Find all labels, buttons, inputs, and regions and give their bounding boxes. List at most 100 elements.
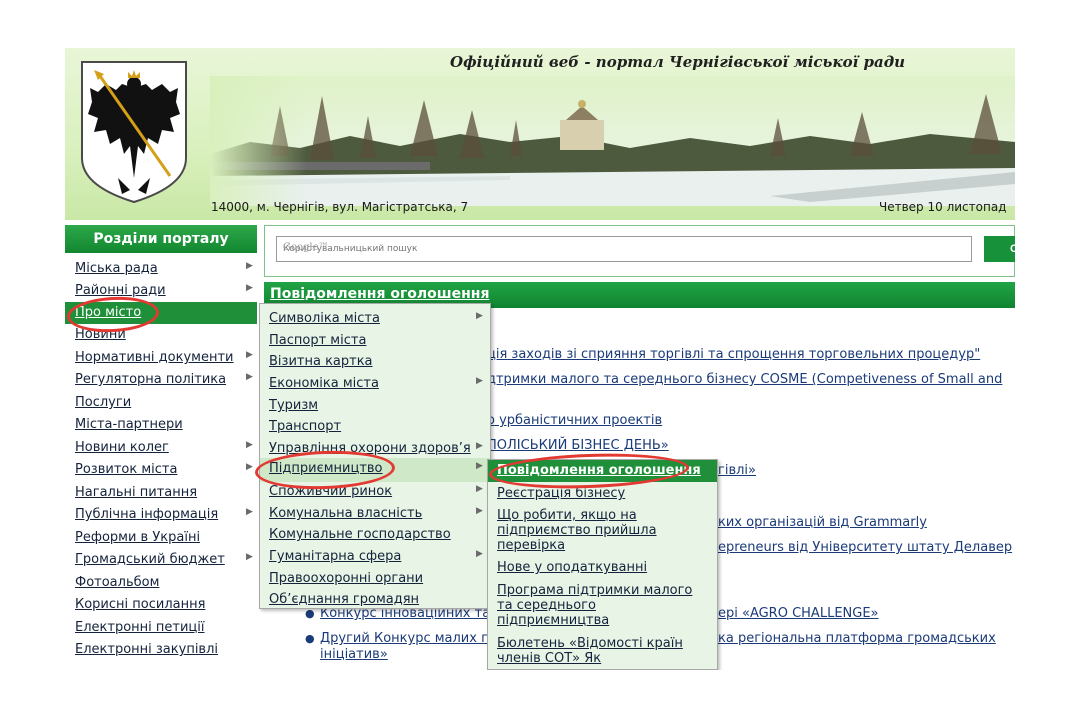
submenu-item-business-registration[interactable]: Реєстрація бізнесу	[488, 484, 717, 504]
sidebar-item-urgent-issues[interactable]: Нагальні питання	[65, 482, 257, 504]
submenu-arrow-icon: ▶	[246, 372, 253, 382]
address-text: 14000, м. Чернігів, вул. Магістратська, …	[211, 200, 469, 214]
sidebar-item-reforms[interactable]: Реформи в Україні	[65, 527, 257, 549]
submenu-item-passport[interactable]: Паспорт міста	[260, 330, 490, 352]
submenu-arrow-icon: ▶	[246, 462, 253, 472]
submenu-arrow-icon: ▶	[246, 283, 253, 293]
search-panel: Google™ С	[264, 225, 1015, 277]
sidebar-item-district-councils[interactable]: Районні ради ▶	[65, 280, 257, 302]
submenu-item-label: Повідомлення оголошення	[497, 463, 701, 478]
sidebar-item-label: Регуляторна політика	[75, 372, 227, 387]
sidebar-item-label: Нагальні питання	[75, 485, 198, 500]
sidebar-item-label: Послуги	[75, 395, 132, 410]
news-link[interactable]: ка регіональна платформа громадських	[718, 631, 996, 646]
submenu-item-label: Споживчий ринок	[269, 484, 393, 499]
submenu-arrow-icon: ▶	[246, 440, 253, 450]
sidebar-item-useful-links[interactable]: Корисні посилання	[65, 594, 257, 616]
sidebar-item-label: Нормативні документи	[75, 350, 234, 365]
sidebar-item-label: Міська рада	[75, 261, 158, 276]
submenu-item-label: Бюлетень «Відомості країн членів СОТ» Як	[497, 636, 683, 666]
submenu-item-health[interactable]: Управління охорони здоров’я ▶	[260, 438, 490, 460]
submenu-arrow-icon: ▶	[476, 549, 483, 559]
sidebar-item-e-petitions[interactable]: Електронні петиції	[65, 617, 257, 639]
submenu-item-law-enforcement[interactable]: Правоохоронні органи	[260, 568, 490, 590]
sidebar-item-label: Публічна інформація	[75, 507, 219, 522]
sidebar-item-label: Громадський бюджет	[75, 552, 225, 567]
sidebar-item-label: Фотоальбом	[75, 575, 160, 590]
submenu-item-entrepreneurship[interactable]: Підприємництво ▶	[260, 458, 490, 482]
news-link[interactable]: ері «AGRO CHALLENGE»	[718, 606, 879, 621]
submenu-item-humanitarian[interactable]: Гуманітарна сфера ▶	[260, 546, 490, 568]
sidebar-item-city-development[interactable]: Розвиток міста ▶	[65, 459, 257, 481]
submenu-arrow-icon: ▶	[476, 376, 483, 386]
city-panorama-image	[210, 76, 1015, 206]
list-bullet-icon: ●	[305, 632, 315, 645]
news-list-item[interactable]: Другий Конкурс малих г	[320, 631, 488, 646]
portal-screenshot: Офіційний веб - портал Чернігівської міс…	[65, 48, 1015, 670]
submenu-arrow-icon: ▶	[476, 484, 483, 494]
sidebar-item-about-city[interactable]: Про місто	[65, 302, 257, 324]
submenu-item-municipal-property[interactable]: Комунальна власність ▶	[260, 503, 490, 525]
sidebar-item-partner-cities[interactable]: Міста-партнери	[65, 414, 257, 436]
submenu-item-inspection[interactable]: Що робити, якщо на підприємство прийшла …	[488, 505, 717, 557]
submenu-arrow-icon: ▶	[246, 261, 253, 271]
sidebar-item-regulatory-policy[interactable]: Регуляторна політика ▶	[65, 369, 257, 391]
submenu-entrepreneurship: Повідомлення оголошення Реєстрація бізне…	[487, 459, 718, 670]
news-link[interactable]: epreneurs від Університету штату Делавер	[718, 540, 1012, 555]
sidebar-item-label: Міста-партнери	[75, 417, 183, 432]
sidebar-item-label: Розвиток міста	[75, 462, 178, 477]
submenu-arrow-icon: ▶	[246, 350, 253, 360]
submenu-item-label: Програма підтримки малого та середнього …	[497, 583, 693, 628]
sidebar-item-photo-album[interactable]: Фотоальбом	[65, 572, 257, 594]
submenu-item-label: Паспорт міста	[269, 333, 367, 348]
sidebar-item-label: Електронні петиції	[75, 620, 205, 635]
submenu-item-label: Реєстрація бізнесу	[497, 486, 626, 501]
submenu-item-taxation[interactable]: Нове у оподаткуванні	[488, 557, 717, 579]
news-link[interactable]: дтримки малого та середнього бізнесу COS…	[487, 372, 1002, 387]
sidebar-item-e-procurement[interactable]: Електронні закупівлі	[65, 639, 257, 661]
submenu-item-tourism[interactable]: Туризм	[260, 395, 490, 417]
news-list-item[interactable]: ініціатив»	[320, 647, 388, 662]
submenu-item-consumer-market[interactable]: Споживчий ринок ▶	[260, 481, 490, 503]
submenu-item-label: Символіка міста	[269, 311, 380, 326]
submenu-item-support-program[interactable]: Програма підтримки малого та середнього …	[488, 580, 717, 632]
submenu-item-label: Комунальна власність	[269, 506, 423, 521]
submenu-arrow-icon: ▶	[246, 552, 253, 562]
sidebar-item-services[interactable]: Послуги	[65, 392, 257, 414]
news-link[interactable]: ких організацій від Grammarly	[718, 515, 927, 530]
search-input[interactable]	[276, 236, 972, 262]
sidebar-item-label: Новини колег	[75, 440, 169, 455]
submenu-item-announcements[interactable]: Повідомлення оголошення	[488, 460, 717, 482]
sidebar-item-public-budget[interactable]: Громадський бюджет ▶	[65, 549, 257, 571]
search-button[interactable]: С	[984, 236, 1015, 262]
sidebar-item-city-council[interactable]: Міська рада ▶	[65, 258, 257, 280]
submenu-arrow-icon: ▶	[246, 507, 253, 517]
sidebar-item-normative-docs[interactable]: Нормативні документи ▶	[65, 347, 257, 369]
submenu-item-label: Комунальне господарство	[269, 527, 451, 542]
news-link[interactable]: гівлі»	[718, 463, 756, 478]
sidebar-item-label: Електронні закупівлі	[75, 642, 219, 657]
news-link[interactable]: ція заходів зі сприяння торгівлі та спро…	[487, 347, 980, 362]
submenu-item-symbols[interactable]: Символіка міста ▶	[260, 308, 490, 330]
submenu-item-transport[interactable]: Транспорт	[260, 416, 490, 438]
coat-of-arms-icon	[81, 61, 187, 204]
sidebar-item-public-info[interactable]: Публічна інформація ▶	[65, 504, 257, 526]
submenu-item-municipal-economy[interactable]: Комунальне господарство	[260, 524, 490, 546]
submenu-item-label: Гуманітарна сфера	[269, 549, 402, 564]
submenu-arrow-icon: ▶	[476, 311, 483, 321]
content-heading[interactable]: Повідомлення оголошення	[270, 286, 489, 302]
sidebar-item-label: Новини	[75, 327, 126, 342]
submenu-item-label: Транспорт	[269, 419, 342, 434]
news-link[interactable]: о урбаністичних проектів	[487, 413, 662, 428]
submenu-item-business-card[interactable]: Візитна картка	[260, 351, 490, 373]
sidebar-item-news[interactable]: Новини	[65, 324, 257, 346]
submenu-item-citizen-associations[interactable]: Об’єднання громадян	[260, 589, 490, 611]
sidebar-item-colleague-news[interactable]: Новини колег ▶	[65, 437, 257, 459]
submenu-item-label: Підприємництво	[269, 461, 383, 476]
submenu-item-wto-bulletin[interactable]: Бюлетень «Відомості країн членів СОТ» Як	[488, 633, 717, 670]
submenu-item-label: Економіка міста	[269, 376, 379, 391]
submenu-item-economy[interactable]: Економіка міста ▶	[260, 373, 490, 395]
submenu-arrow-icon: ▶	[476, 441, 483, 451]
sidebar-item-label: Корисні посилання	[75, 597, 206, 612]
news-link[interactable]: ПОЛІСЬКИЙ БІЗНЕС ДЕНЬ»	[487, 438, 669, 453]
